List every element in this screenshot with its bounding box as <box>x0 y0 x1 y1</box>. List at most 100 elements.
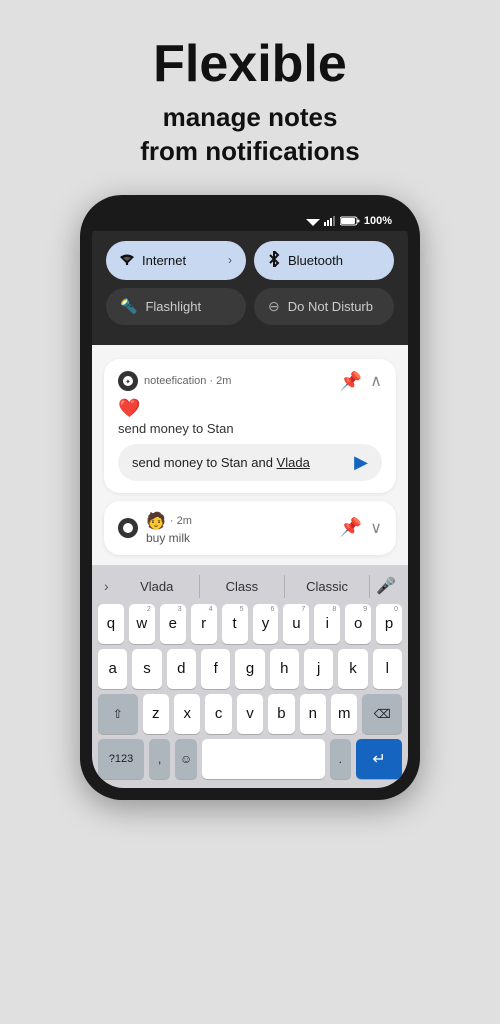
notif-2-emoji: 🧑 <box>146 511 166 531</box>
status-icons: 100% <box>306 215 392 227</box>
key-a[interactable]: a <box>98 649 127 689</box>
key-q[interactable]: q <box>98 604 124 644</box>
notif-2-app-icon <box>118 518 138 538</box>
key-t[interactable]: t5 <box>222 604 248 644</box>
wifi-filled-icon <box>120 253 134 265</box>
keyboard-row-4: ?123 , ☺ . ↵ <box>96 739 404 779</box>
key-i[interactable]: i8 <box>314 604 340 644</box>
key-v[interactable]: v <box>237 694 263 734</box>
keyboard-row-1: q w2 e3 r4 t5 y6 u7 i8 o9 p0 <box>96 604 404 644</box>
key-o[interactable]: o9 <box>345 604 371 644</box>
key-p[interactable]: p0 <box>376 604 402 644</box>
notification-panel: ✦ noteefication · 2m 📌 ∧ ❤️ send money t… <box>92 345 408 565</box>
notif-2-left: 🧑 · 2m buy milk <box>118 511 192 545</box>
microphone-icon[interactable]: 🎤 <box>376 576 396 596</box>
bluetooth-tile-label: Bluetooth <box>288 253 343 268</box>
notif-2-time: · 2m <box>170 515 192 527</box>
phone-screen: 100% Internet <box>92 207 408 788</box>
key-y[interactable]: y6 <box>253 604 279 644</box>
status-bar: 100% <box>92 207 408 231</box>
battery-label: 100% <box>364 215 392 227</box>
key-w[interactable]: w2 <box>129 604 155 644</box>
notif-1-header: ✦ noteefication · 2m 📌 ∧ <box>118 371 382 392</box>
internet-arrow-icon[interactable]: › <box>228 253 232 267</box>
suggestion-1[interactable]: Vlada <box>115 575 200 598</box>
key-h[interactable]: h <box>270 649 299 689</box>
header-section: Flexible manage notesfrom notifications <box>140 36 360 169</box>
notif-2-info: 🧑 · 2m buy milk <box>146 511 192 545</box>
enter-key[interactable]: ↵ <box>356 739 402 779</box>
quick-row-2: 🔦 Flashlight ⊖ Do Not Disturb <box>106 288 394 325</box>
key-b[interactable]: b <box>268 694 294 734</box>
notif-2-header: 🧑 · 2m buy milk 📌 ∨ <box>118 511 382 545</box>
key-u[interactable]: u7 <box>283 604 309 644</box>
dnd-tile-icon: ⊖ <box>268 298 280 315</box>
notif-1-app-info: ✦ noteefication · 2m <box>118 371 231 391</box>
page-title: Flexible <box>140 36 360 93</box>
notif-1-input-row[interactable]: send money to Stan and Vlada ▶ <box>118 444 382 481</box>
notif-2-pin-icon: 📌 <box>340 517 362 538</box>
key-e[interactable]: e3 <box>160 604 186 644</box>
key-l[interactable]: l <box>373 649 402 689</box>
dnd-tile[interactable]: ⊖ Do Not Disturb <box>254 288 394 325</box>
flashlight-tile-icon: 🔦 <box>120 298 137 315</box>
key-x[interactable]: x <box>174 694 200 734</box>
notif-2-text: buy milk <box>146 531 192 545</box>
phone-frame: 100% Internet <box>80 195 420 800</box>
flashlight-tile[interactable]: 🔦 Flashlight <box>106 288 246 325</box>
notification-1: ✦ noteefication · 2m 📌 ∧ ❤️ send money t… <box>104 359 396 493</box>
period-key[interactable]: . <box>330 739 351 779</box>
suggestion-3[interactable]: Classic <box>285 575 370 598</box>
noteefication-icon: ✦ <box>122 375 134 387</box>
backspace-key[interactable]: ⌫ <box>362 694 402 734</box>
key-f[interactable]: f <box>201 649 230 689</box>
bluetooth-tile-icon <box>268 251 280 270</box>
key-m[interactable]: m <box>331 694 357 734</box>
notif-1-pin-icon: 📌 <box>340 371 362 392</box>
notif-2-chevron-icon[interactable]: ∨ <box>370 518 382 538</box>
suggest-arrow-icon[interactable]: › <box>104 578 109 594</box>
phone-mockup: 100% Internet <box>80 195 420 800</box>
bluetooth-tile[interactable]: Bluetooth <box>254 241 394 280</box>
key-j[interactable]: j <box>304 649 333 689</box>
emoji-key[interactable]: ☺ <box>175 739 196 779</box>
notif-1-app-name: noteefication · 2m <box>144 375 231 387</box>
dnd-tile-label: Do Not Disturb <box>288 299 373 314</box>
notification-2: 🧑 · 2m buy milk 📌 ∨ <box>104 501 396 555</box>
notif-1-app-icon: ✦ <box>118 371 138 391</box>
key-s[interactable]: s <box>132 649 161 689</box>
shift-key[interactable]: ⇧ <box>98 694 138 734</box>
key-z[interactable]: z <box>143 694 169 734</box>
space-key[interactable] <box>202 739 325 779</box>
internet-tile[interactable]: Internet › <box>106 241 246 280</box>
keyboard-suggestions: › Vlada Class Classic 🎤 <box>96 571 404 604</box>
wifi-tile-icon <box>120 252 134 268</box>
notif-1-underline-word: Vlada <box>277 455 310 470</box>
key-c[interactable]: c <box>205 694 231 734</box>
quick-settings-panel: Internet › Bluetooth <box>92 231 408 345</box>
wifi-icon <box>306 216 320 226</box>
comma-key[interactable]: , <box>149 739 170 779</box>
key-r[interactable]: r4 <box>191 604 217 644</box>
keyboard-row-3: ⇧ z x c v b n m ⌫ <box>96 694 404 734</box>
notif-1-chevron-icon[interactable]: ∧ <box>370 371 382 391</box>
notif-1-emoji: ❤️ <box>118 398 382 419</box>
key-k[interactable]: k <box>338 649 367 689</box>
noteefication-2-icon <box>122 522 134 534</box>
notif-2-header-info: 🧑 · 2m <box>146 511 192 531</box>
signal-icon <box>324 216 336 226</box>
key-d[interactable]: d <box>167 649 196 689</box>
keyboard-row-2: a s d f g h j k l <box>96 649 404 689</box>
symbols-key[interactable]: ?123 <box>98 739 144 779</box>
quick-row-1: Internet › Bluetooth <box>106 241 394 280</box>
key-n[interactable]: n <box>300 694 326 734</box>
key-g[interactable]: g <box>235 649 264 689</box>
notif-2-right: 📌 ∨ <box>340 517 382 538</box>
suggestion-2[interactable]: Class <box>200 575 285 598</box>
notif-1-input-text[interactable]: send money to Stan and Vlada <box>132 455 346 470</box>
bluetooth-icon <box>268 251 280 267</box>
internet-tile-label: Internet <box>142 253 186 268</box>
notif-1-send-button[interactable]: ▶ <box>354 452 368 473</box>
page-subtitle: manage notesfrom notifications <box>140 101 360 169</box>
flashlight-tile-label: Flashlight <box>145 299 201 314</box>
